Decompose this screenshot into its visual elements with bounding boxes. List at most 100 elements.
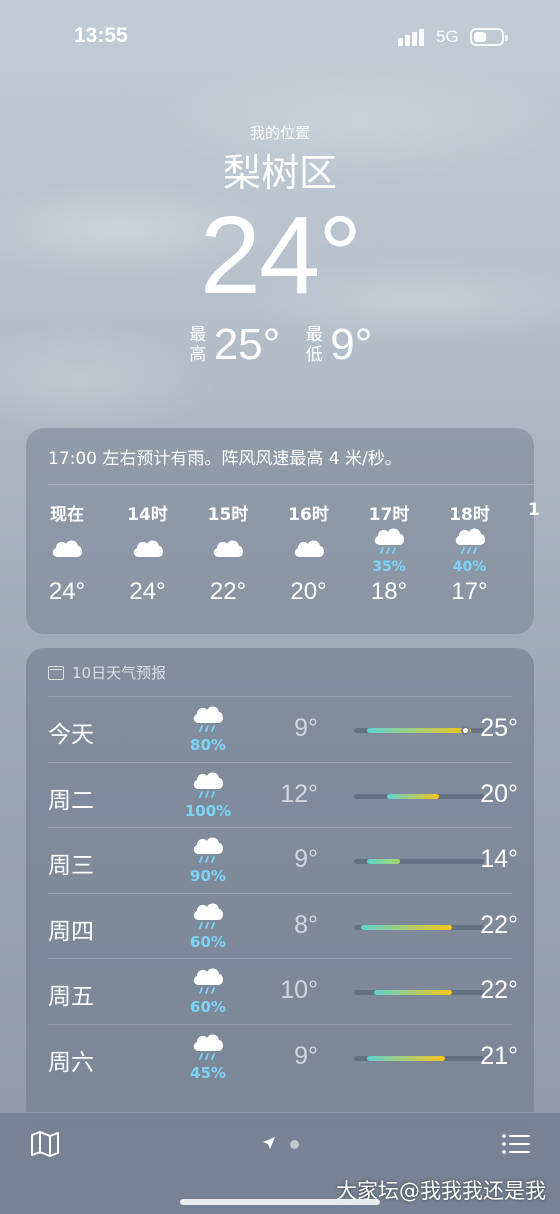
- cloud-icon: [211, 537, 245, 563]
- precip-chance: 80%: [190, 736, 226, 754]
- high-label: 最高: [189, 325, 207, 365]
- temperature-range-track: [354, 726, 484, 735]
- rain-cloud-icon: [453, 525, 487, 559]
- day-label: 今天: [48, 722, 94, 748]
- temperature-range-bar: [386, 793, 439, 799]
- hour-temperature: 24°: [48, 578, 86, 605]
- high-temperature: 25°: [213, 320, 281, 369]
- hour-temperature: 24°: [129, 578, 166, 605]
- ten-day-title: 10日天气预报: [48, 662, 166, 683]
- home-indicator[interactable]: [180, 1199, 380, 1205]
- hour-label: 18时: [449, 505, 490, 525]
- temperature-range-track: [354, 924, 484, 930]
- high-temperature: 22°: [480, 910, 518, 939]
- high-temperature: 14°: [480, 845, 518, 873]
- hourly-item: 17时 35% 18°: [354, 500, 424, 606]
- day-label: 周五: [48, 984, 94, 1010]
- hour-weather: [193, 524, 263, 576]
- low-temperature: 12°: [280, 779, 318, 808]
- precip-chance: 90%: [190, 867, 226, 885]
- bottom-toolbar: 大家坛@我我我还是我: [0, 1112, 560, 1214]
- hour-label: 14时: [127, 505, 168, 525]
- hourly-item: 15时 22°: [193, 500, 263, 606]
- location-pager[interactable]: [262, 1135, 299, 1154]
- low-temperature: 9°: [294, 1041, 318, 1070]
- temperature-range-track: [354, 859, 484, 864]
- temperature-range-bar: [373, 990, 452, 995]
- cloud-icon: [50, 537, 84, 563]
- precip-chance: 35%: [372, 559, 406, 575]
- hour-temperature: 17°: [451, 578, 488, 605]
- rain-cloud-icon: [191, 834, 225, 868]
- cloud-icon: [292, 537, 326, 563]
- day-weather: 90%: [178, 834, 238, 884]
- hour-weather: 35%: [354, 524, 424, 576]
- low-temperature: 8°: [294, 910, 318, 939]
- calendar-icon: [48, 665, 64, 680]
- hour-temperature: 18°: [370, 578, 408, 605]
- next-hour-partial: 1: [528, 500, 540, 520]
- rain-cloud-icon: [191, 1031, 225, 1065]
- high-low: 最高 25° 最低 9°: [0, 320, 560, 370]
- precip-chance: 40%: [452, 559, 487, 575]
- ten-day-forecast-panel[interactable]: 10日天气预报 今天 80% 9° 25° 周二 100% 12° 20° 周三 90% 9° 14°…: [26, 648, 534, 1128]
- signal-icon: [398, 28, 428, 46]
- precip-chance: 60%: [190, 932, 226, 951]
- low-temperature: 10°: [280, 976, 318, 1004]
- temperature-range-bar: [360, 924, 452, 930]
- low-temperature: 9°: [294, 714, 318, 742]
- temperature-range-bar: [367, 1055, 445, 1061]
- hourly-item: 18时 40% 17°: [435, 500, 505, 606]
- hour-temperature: 20°: [290, 578, 327, 605]
- temperature-range-track: [354, 990, 484, 995]
- current-location-arrow-icon[interactable]: [262, 1135, 276, 1154]
- low-temperature: 9°: [330, 320, 373, 369]
- city-name: 梨树区: [222, 151, 337, 195]
- low-label: 最低: [305, 325, 323, 365]
- daily-row[interactable]: 周五 60% 10° 22°: [48, 958, 518, 1024]
- battery-icon: [470, 28, 508, 46]
- daily-row[interactable]: 周四 60% 8° 22°: [48, 892, 518, 959]
- divider: [48, 484, 534, 485]
- cloud-icon: [131, 537, 165, 563]
- temperature-range-bar: [367, 728, 471, 733]
- hourly-forecast-panel[interactable]: 17:00 左右预计有雨。阵风风速最高 4 米/秒。 现在 24° 14时 24° 15…: [26, 428, 540, 634]
- ten-day-title-text: 10日天气预报: [72, 664, 167, 682]
- hour-weather: 40%: [435, 524, 505, 576]
- daily-row[interactable]: 今天 80% 9° 25°: [48, 696, 518, 762]
- rain-cloud-icon: [191, 769, 225, 803]
- hour-label: 15时: [207, 505, 249, 525]
- rain-cloud-icon: [372, 525, 406, 559]
- map-icon[interactable]: [30, 1131, 60, 1157]
- daily-row[interactable]: 周六 45% 9° 21°: [48, 1023, 518, 1090]
- day-weather: 80%: [178, 703, 238, 753]
- day-label: 周二: [48, 787, 94, 814]
- hourly-item: 16时 20°: [274, 500, 344, 606]
- hourly-item: 现在 24°: [32, 500, 102, 606]
- low-temperature: 9°: [294, 845, 318, 873]
- day-label: 周三: [48, 853, 94, 879]
- list-icon[interactable]: [502, 1133, 530, 1155]
- hourly-item: 14时 24°: [113, 500, 183, 606]
- hour-weather: [32, 524, 102, 576]
- hour-temperature: 22°: [209, 578, 247, 605]
- temperature-range-bar: [367, 859, 400, 864]
- rain-cloud-icon: [191, 900, 225, 934]
- hour-label: 17时: [368, 505, 410, 525]
- hour-label: 现在: [50, 505, 84, 525]
- current-temperature: 24°: [199, 194, 362, 317]
- day-weather: 60%: [178, 965, 238, 1015]
- daily-row[interactable]: 周二 100% 12° 20°: [48, 761, 518, 828]
- precip-chance: 60%: [190, 998, 226, 1016]
- hour-weather: [113, 524, 183, 576]
- precip-chance: 45%: [190, 1063, 226, 1082]
- temperature-range-track: [354, 1055, 484, 1061]
- hour-label: 16时: [288, 505, 329, 525]
- precip-chance: 100%: [184, 801, 232, 820]
- current-temp-dot: [460, 726, 470, 735]
- hourly-summary: 17:00 左右预计有雨。阵风风速最高 4 米/秒。: [48, 449, 402, 469]
- page-dot[interactable]: [290, 1140, 299, 1149]
- day-weather: 45%: [178, 1031, 238, 1081]
- daily-row[interactable]: 周三 90% 9° 14°: [48, 827, 518, 893]
- high-temperature: 21°: [480, 1041, 518, 1070]
